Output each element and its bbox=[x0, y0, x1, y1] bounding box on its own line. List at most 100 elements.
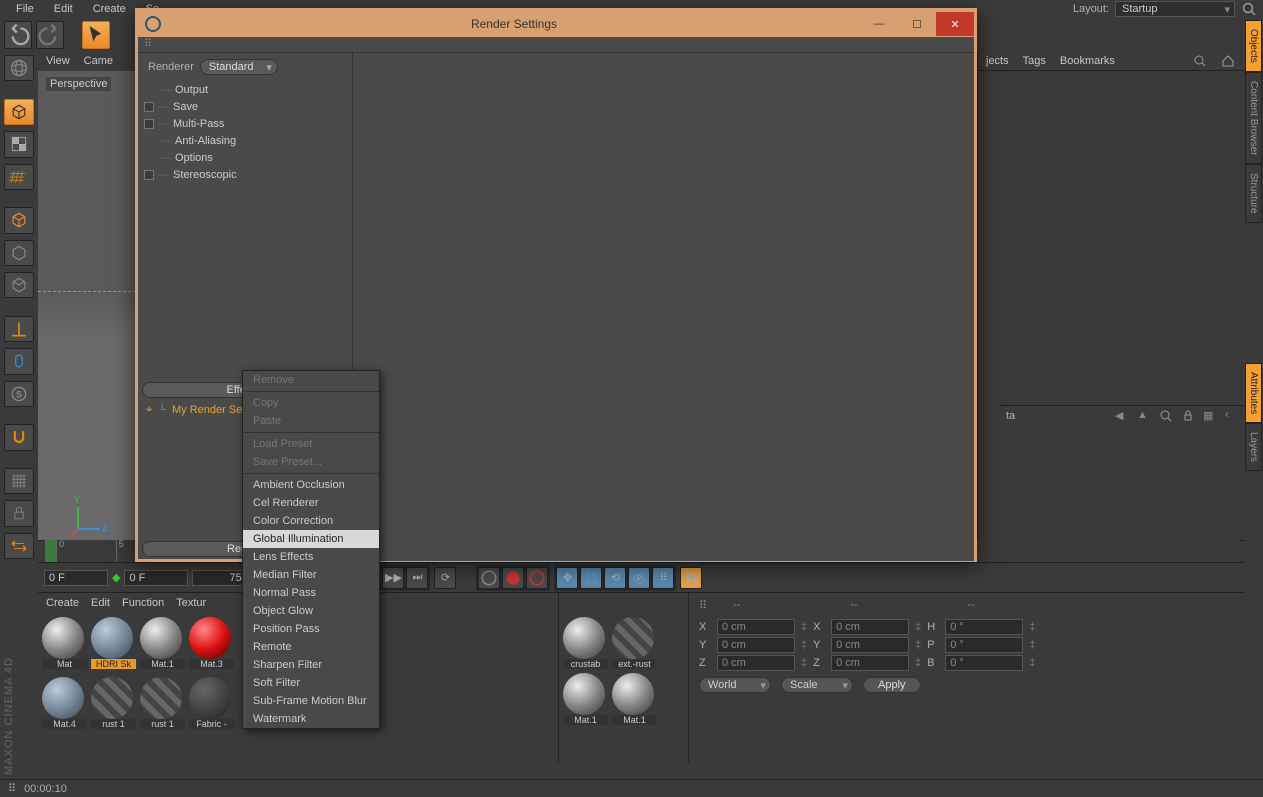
coord-mode-dropdown[interactable]: Scale bbox=[781, 677, 853, 693]
auto-key[interactable] bbox=[526, 567, 548, 589]
ctx-ambient-occlusion[interactable]: Ambient Occlusion bbox=[243, 476, 379, 494]
material-rust-1[interactable]: rust 1 bbox=[91, 677, 136, 729]
search-icon[interactable] bbox=[1241, 1, 1257, 17]
coord-space-dropdown[interactable]: World bbox=[699, 677, 771, 693]
size-Z[interactable] bbox=[831, 655, 909, 671]
apply-button[interactable]: Apply bbox=[863, 677, 921, 693]
playhead[interactable] bbox=[45, 540, 56, 564]
checkbox-icon[interactable] bbox=[144, 102, 154, 112]
rtab-attributes[interactable]: Attributes bbox=[1245, 363, 1262, 423]
rtab-structure[interactable]: Structure bbox=[1245, 164, 1262, 223]
pos-X[interactable] bbox=[717, 619, 795, 635]
rtab-objects[interactable]: Objects bbox=[1245, 20, 1262, 72]
frame-current[interactable]: 0 F bbox=[44, 570, 108, 586]
render-tree-options[interactable]: —Options bbox=[144, 149, 346, 166]
ctx-cel-renderer[interactable]: Cel Renderer bbox=[243, 494, 379, 512]
grid-icon[interactable]: ▦ bbox=[1203, 409, 1217, 423]
record-key[interactable] bbox=[502, 567, 524, 589]
material-fabric-[interactable]: Fabric - bbox=[189, 677, 234, 729]
menu-edit[interactable]: Edit bbox=[44, 1, 83, 17]
viewport-menu-view[interactable]: View bbox=[46, 55, 70, 67]
minimize-button[interactable]: — bbox=[860, 12, 898, 36]
cube3-tool[interactable] bbox=[4, 240, 34, 266]
material-hdri-sk[interactable]: HDRI Sk bbox=[91, 617, 136, 669]
ctx-soft-filter[interactable]: Soft Filter bbox=[243, 674, 379, 692]
pos-Z[interactable] bbox=[717, 655, 795, 671]
ctx-object-glow[interactable]: Object Glow bbox=[243, 602, 379, 620]
kf-param[interactable]: Ⓟ bbox=[628, 567, 650, 589]
mat-menu-create[interactable]: Create bbox=[46, 597, 79, 609]
menu-create[interactable]: Create bbox=[83, 1, 136, 17]
ctx-sharpen-filter[interactable]: Sharpen Filter bbox=[243, 656, 379, 674]
mouse-tool[interactable] bbox=[4, 348, 34, 374]
cube2-tool[interactable] bbox=[4, 207, 34, 233]
render-tree-anti-aliasing[interactable]: —Anti-Aliasing bbox=[144, 132, 346, 149]
checker-tool[interactable] bbox=[4, 131, 34, 157]
search-icon[interactable] bbox=[1193, 54, 1207, 68]
home-icon[interactable] bbox=[1221, 54, 1235, 68]
ctx-sub-frame-motion-blur[interactable]: Sub-Frame Motion Blur bbox=[243, 692, 379, 710]
material-mat-1[interactable]: Mat.1 bbox=[563, 673, 608, 725]
cube-tool[interactable] bbox=[4, 99, 34, 125]
lock-icon[interactable] bbox=[1181, 409, 1195, 423]
redo-button[interactable] bbox=[36, 21, 64, 49]
kf-pla[interactable]: ⠿ bbox=[652, 567, 674, 589]
ctx-position-pass[interactable]: Position Pass bbox=[243, 620, 379, 638]
ctx-color-correction[interactable]: Color Correction bbox=[243, 512, 379, 530]
kf-rot[interactable]: ⟲ bbox=[604, 567, 626, 589]
render-tree-output[interactable]: —Output bbox=[144, 81, 346, 98]
material-mat-4[interactable]: Mat.4 bbox=[42, 677, 87, 729]
cube4-tool[interactable] bbox=[4, 272, 34, 298]
pos-Y[interactable] bbox=[717, 637, 795, 653]
keyframe-button[interactable]: ▮▮ bbox=[680, 567, 702, 589]
material-mat[interactable]: Mat bbox=[42, 617, 87, 669]
s-tool[interactable]: S bbox=[4, 381, 34, 407]
globe-tool[interactable] bbox=[4, 55, 34, 81]
size-Y[interactable] bbox=[831, 637, 909, 653]
layout-dropdown[interactable]: Startup bbox=[1115, 1, 1235, 17]
ctx-lens-effects[interactable]: Lens Effects bbox=[243, 548, 379, 566]
magnet-tool[interactable] bbox=[4, 424, 34, 450]
menu-file[interactable]: File bbox=[6, 1, 44, 17]
viewport-menu-camera[interactable]: Came bbox=[84, 55, 113, 67]
loop-button[interactable]: ⟳ bbox=[434, 567, 456, 589]
frame-field2[interactable]: 0 F bbox=[124, 570, 188, 586]
tab-tags[interactable]: Tags bbox=[1023, 55, 1046, 67]
material-ext-rust[interactable]: ext.-rust bbox=[612, 617, 657, 669]
ctx-normal-pass[interactable]: Normal Pass bbox=[243, 584, 379, 602]
next-key-button[interactable]: ▶▶ bbox=[382, 567, 404, 589]
grid-tool[interactable] bbox=[4, 164, 34, 190]
undo-button[interactable] bbox=[4, 21, 32, 49]
axis-tool[interactable] bbox=[4, 316, 34, 342]
kf-pos[interactable]: ✥ bbox=[556, 567, 578, 589]
nav-up-icon[interactable]: ▲ bbox=[1137, 409, 1151, 423]
maximize-button[interactable]: ☐ bbox=[898, 12, 936, 36]
material-mat-1[interactable]: Mat.1 bbox=[140, 617, 185, 669]
render-tree-multi-pass[interactable]: —Multi-Pass bbox=[144, 115, 346, 132]
close-button[interactable]: ✕ bbox=[936, 12, 974, 36]
search-icon[interactable] bbox=[1159, 409, 1173, 423]
renderer-dropdown[interactable]: Standard bbox=[200, 59, 278, 75]
kf-scale[interactable]: ⬚ bbox=[580, 567, 602, 589]
rtab-layers[interactable]: Layers bbox=[1245, 423, 1262, 471]
material-mat-1[interactable]: Mat.1 bbox=[612, 673, 657, 725]
window-titlebar[interactable]: Render Settings — ☐ ✕ bbox=[138, 11, 974, 37]
mesh-tool[interactable] bbox=[4, 468, 34, 494]
ctx-watermark[interactable]: Watermark bbox=[243, 710, 379, 728]
swap-tool[interactable] bbox=[4, 533, 34, 559]
chevron-icon[interactable]: ‹ bbox=[1225, 409, 1239, 423]
render-tree-save[interactable]: —Save bbox=[144, 98, 346, 115]
checkbox-icon[interactable] bbox=[144, 119, 154, 129]
record-off[interactable] bbox=[478, 567, 500, 589]
mat-menu-edit[interactable]: Edit bbox=[91, 597, 110, 609]
checkbox-icon[interactable] bbox=[144, 170, 154, 180]
lock-tool[interactable] bbox=[4, 500, 34, 526]
mat-menu-function[interactable]: Function bbox=[122, 597, 164, 609]
goto-end-button[interactable]: ⏭ bbox=[406, 567, 428, 589]
arrow-icon[interactable]: ◀ bbox=[1115, 409, 1129, 423]
ctx-global-illumination[interactable]: Global Illumination bbox=[243, 530, 379, 548]
render-tree-stereoscopic[interactable]: —Stereoscopic bbox=[144, 166, 346, 183]
rot-P[interactable] bbox=[945, 637, 1023, 653]
size-X[interactable] bbox=[831, 619, 909, 635]
select-tool[interactable] bbox=[82, 21, 110, 49]
